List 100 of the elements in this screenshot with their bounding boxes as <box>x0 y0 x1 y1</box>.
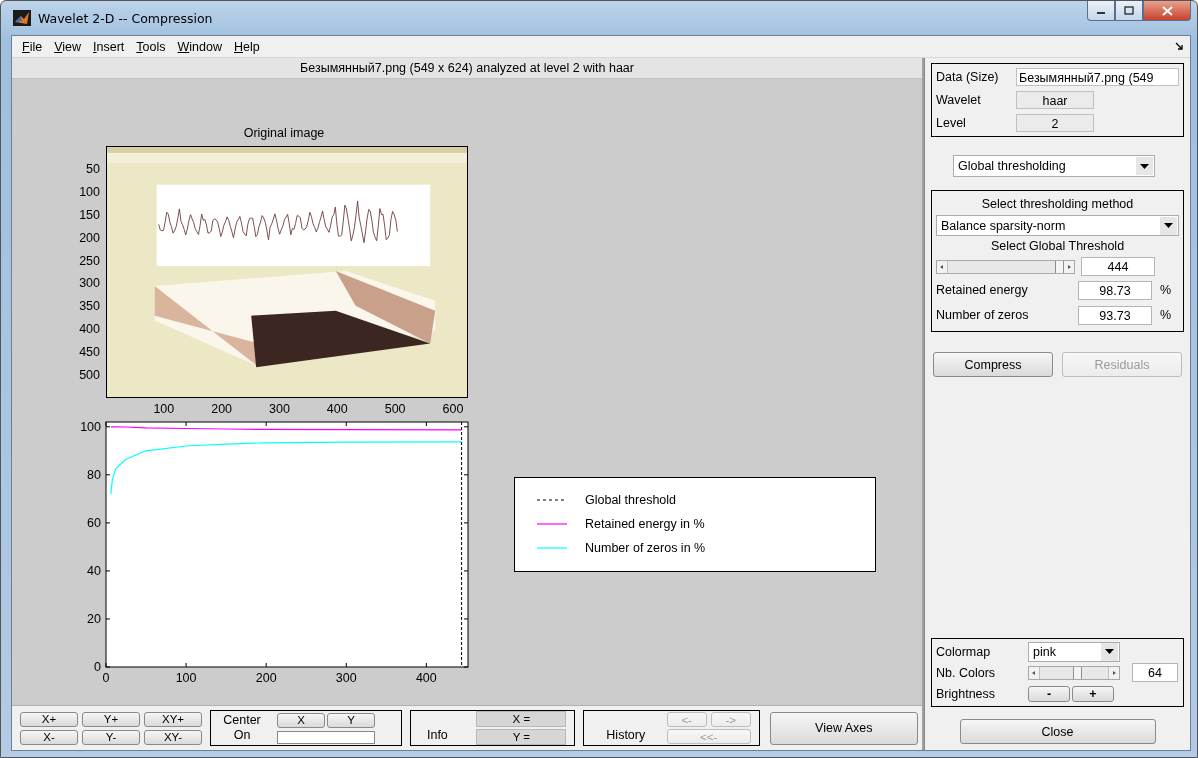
dock-arrow-icon[interactable] <box>1175 42 1184 51</box>
legend-label: Number of zeros in % <box>585 541 706 555</box>
menu-item[interactable]: Help <box>228 39 266 54</box>
field-value: 2 <box>1016 114 1094 132</box>
tick-label: 300 <box>335 671 357 685</box>
group-label: Center On <box>222 713 262 743</box>
field-label: Retained energy <box>936 283 1029 297</box>
tick-label: 150 <box>79 207 100 222</box>
app-logo-icon <box>13 10 31 26</box>
legend-line-icon <box>537 545 567 551</box>
tick-label: 500 <box>79 368 100 383</box>
legend-line-icon <box>537 497 567 503</box>
coordinate-readout: Y = <box>476 729 567 745</box>
legend-label: Global threshold <box>585 493 677 507</box>
tick-label: 400 <box>79 322 100 337</box>
menu-item[interactable]: View <box>48 39 88 54</box>
field-label: Level <box>936 116 967 130</box>
tick-label: 0 <box>94 660 101 674</box>
tick-label: 80 <box>87 467 101 482</box>
section-title: Select thresholding method <box>980 197 1135 212</box>
input-field[interactable] <box>277 730 375 744</box>
tick-label: 50 <box>86 161 100 176</box>
analysis-caption: Безымянный7.png (549 x 624) analyzed at level 2 with haar <box>12 58 922 79</box>
button[interactable]: Compress <box>933 352 1053 377</box>
tick-label: 600 <box>442 402 464 416</box>
field-label: Colormap <box>936 644 992 659</box>
caret-icon <box>1140 163 1149 169</box>
menu-item[interactable]: Window <box>171 39 228 54</box>
button[interactable]: Close <box>959 719 1156 744</box>
field-label: Nb. Colors <box>936 665 997 680</box>
window-title: Wavelet 2-D -- Compression <box>38 10 214 26</box>
group-label: History <box>606 728 646 744</box>
value-field[interactable]: 93.73 <box>1078 305 1152 325</box>
tick-label: 250 <box>79 253 100 268</box>
slider[interactable] <box>936 259 1075 274</box>
button[interactable]: - <box>1028 685 1070 702</box>
unit-label: % <box>1160 308 1172 322</box>
field-label: Brightness <box>936 686 997 701</box>
button[interactable]: XY- <box>144 729 202 745</box>
tick-label: 300 <box>269 402 290 416</box>
button[interactable]: XY+ <box>144 711 202 727</box>
group-label: Info <box>426 728 448 744</box>
tick-label: 200 <box>211 402 233 416</box>
close-button[interactable] <box>1143 1 1191 21</box>
tick-label: 40 <box>87 563 101 578</box>
menu-item[interactable]: Insert <box>87 39 131 54</box>
legend-line-icon <box>537 521 567 527</box>
tick-label: 100 <box>175 671 197 685</box>
dropdown[interactable]: pink <box>1028 641 1120 662</box>
tick-label: 100 <box>80 419 101 434</box>
button[interactable]: X+ <box>20 711 78 727</box>
arrow-right-icon[interactable] <box>1063 260 1074 273</box>
button[interactable]: X <box>277 712 325 728</box>
field-value: haar <box>1016 91 1094 109</box>
tick-label: 20 <box>87 611 101 626</box>
tick-label: 500 <box>384 402 406 416</box>
tick-label: 200 <box>255 671 277 685</box>
slider-thumb[interactable] <box>1072 666 1082 679</box>
legend-label: Retained energy in % <box>585 517 705 531</box>
slider-thumb[interactable] <box>1055 260 1065 273</box>
dropdown[interactable]: Balance sparsity-norm <box>936 215 1179 236</box>
caret-icon <box>1105 649 1114 654</box>
close-icon <box>1161 5 1173 16</box>
coordinate-readout: X = <box>476 711 567 727</box>
button[interactable]: View Axes <box>769 711 918 745</box>
unit-label: % <box>1160 283 1172 297</box>
tick-label: 300 <box>79 276 100 291</box>
arrow-left-icon[interactable] <box>937 260 948 273</box>
arrow-right-icon[interactable] <box>1108 666 1119 679</box>
caret-icon <box>1164 223 1173 228</box>
field-label: Wavelet <box>936 93 982 107</box>
section-title: Select Global Threshold <box>989 239 1126 254</box>
field-value: Безымянный7.png (549 <box>1016 68 1179 86</box>
button[interactable]: Y <box>327 712 375 728</box>
tick-label: 350 <box>79 299 100 314</box>
button[interactable]: Y+ <box>82 711 140 727</box>
button[interactable]: Y- <box>82 729 140 745</box>
tick-label: 400 <box>326 402 348 416</box>
tick-label: 60 <box>87 515 101 530</box>
tick-label: 400 <box>415 671 437 685</box>
maximize-button[interactable] <box>1115 1 1143 21</box>
menu-item[interactable]: File <box>16 39 49 54</box>
minimize-button[interactable] <box>1087 1 1115 21</box>
tick-label: 0 <box>102 671 110 685</box>
value-field[interactable]: 64 <box>1132 663 1178 682</box>
button[interactable]: + <box>1072 685 1114 702</box>
button[interactable]: X- <box>20 729 78 745</box>
slider[interactable] <box>1028 665 1120 680</box>
maximize-icon <box>1124 6 1134 15</box>
arrow-left-icon[interactable] <box>1029 666 1040 679</box>
tick-label: 100 <box>79 184 100 199</box>
dropdown[interactable]: Global thresholding <box>953 155 1155 177</box>
tick-label: 450 <box>79 345 100 360</box>
field-label: Number of zeros <box>936 308 1030 322</box>
menu-item[interactable]: Tools <box>130 39 172 54</box>
axes-title: Original image <box>242 126 326 140</box>
tick-label: 200 <box>79 230 100 245</box>
value-field[interactable]: 444 <box>1081 257 1155 276</box>
field-label: Data (Size) <box>936 70 1000 84</box>
value-field[interactable]: 98.73 <box>1078 280 1152 300</box>
